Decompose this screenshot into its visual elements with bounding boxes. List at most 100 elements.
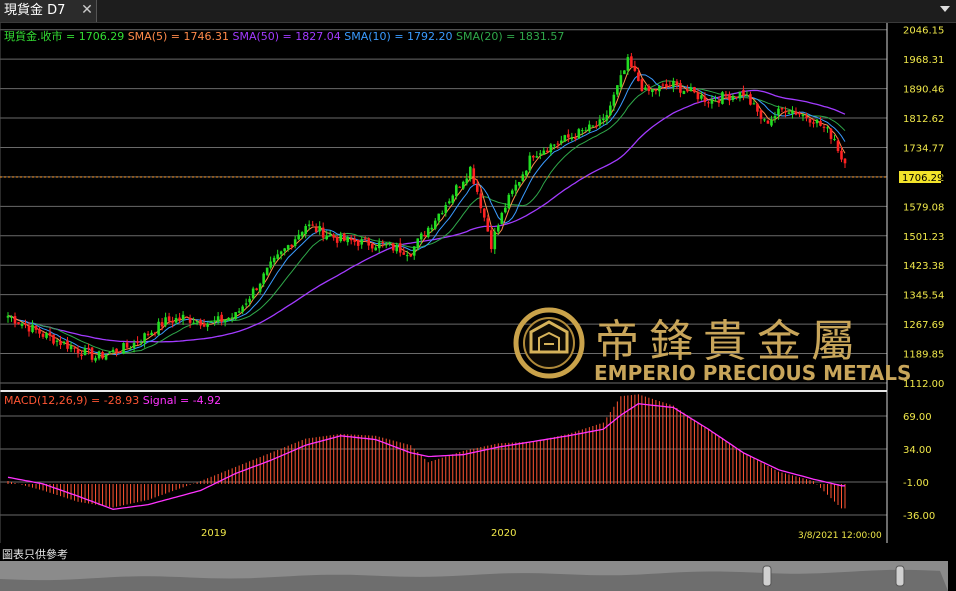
legend-item: SMA(20) = 1831.57 (453, 30, 565, 43)
candle-body (780, 107, 784, 110)
candle-body (412, 246, 416, 256)
candle-body (62, 341, 66, 344)
legend-item: MACD(12,26,9) = -28.93 (4, 394, 139, 407)
y-tick-label: 1345.54 (903, 291, 944, 302)
candle-body (209, 321, 213, 323)
candle-body (129, 348, 132, 350)
candle-body (370, 243, 374, 249)
candle-body (125, 342, 129, 348)
candle-body (742, 89, 745, 96)
candle-body (612, 94, 616, 106)
disclaimer-note: 圖表只供參考 (2, 548, 68, 561)
candle-body (661, 84, 665, 86)
candle-body (55, 340, 59, 342)
candle-body (738, 91, 742, 99)
candle-body (665, 84, 668, 87)
candle-body (181, 314, 185, 320)
y-tick-label: 69.00 (903, 412, 932, 423)
price-axis-ticks: 2046.151968.311890.461812.621734.771656.… (903, 26, 944, 390)
candle-body (73, 347, 76, 349)
y-tick-label: 1734.77 (903, 143, 944, 154)
candle-body (458, 186, 462, 188)
candle-body (570, 137, 574, 140)
candle-body (185, 316, 188, 318)
candle-body (451, 195, 455, 203)
candle-body (815, 119, 819, 124)
candle-body (801, 114, 805, 117)
candle-body (770, 119, 773, 126)
candle-body (178, 317, 181, 320)
candle-body (721, 92, 724, 104)
candle-body (440, 213, 444, 215)
candle-body (115, 348, 118, 353)
candle-body (321, 227, 325, 238)
candle-body (714, 100, 717, 102)
candle-body (598, 119, 602, 126)
candle-body (237, 311, 241, 313)
candle-body (668, 85, 672, 87)
candle-body (619, 75, 623, 87)
candle-body (38, 328, 41, 334)
candle-body (812, 122, 815, 124)
candle-body (433, 220, 437, 229)
candle-body (220, 314, 223, 322)
candle-body (454, 185, 458, 197)
candle-body (111, 349, 115, 352)
candle-body (707, 102, 710, 104)
scrollbar-left-handle[interactable] (762, 565, 772, 587)
candle-body (45, 333, 48, 338)
candle-body (136, 341, 139, 343)
candle-body (644, 87, 647, 90)
macd-axis-ticks: 69.00 34.00 -1.00 -36.00 (903, 412, 935, 522)
candle-body (41, 333, 45, 337)
candle-body (59, 341, 62, 345)
legend-item: SMA(10) = 1792.20 (341, 30, 453, 43)
candle-body (293, 239, 297, 246)
candle-body (808, 118, 812, 123)
candle-body (696, 92, 700, 100)
candle-body (763, 119, 766, 121)
candle-body (752, 103, 756, 105)
candle-body (311, 224, 314, 226)
candle-body (304, 226, 307, 234)
time-scrollbar[interactable] (0, 561, 948, 591)
y-tick-label: 2046.15 (903, 26, 944, 37)
candle-body (325, 235, 328, 240)
candle-body (146, 333, 150, 336)
candle-body (447, 201, 451, 204)
candle-body (500, 212, 504, 224)
candle-body (647, 85, 651, 92)
y-tick-label: 1189.85 (903, 350, 944, 361)
candle-body (97, 351, 101, 359)
candle-body (630, 56, 633, 67)
chart-area[interactable]: 2046.151968.311890.461812.621734.771656.… (0, 0, 956, 591)
candle-body (574, 137, 577, 139)
candle-body (381, 241, 385, 244)
candle-body (829, 128, 833, 139)
candle-body (479, 193, 483, 209)
candle-body (461, 181, 465, 189)
candle-body (826, 127, 829, 129)
candle-body (52, 334, 55, 344)
candle-body (164, 317, 167, 326)
candle-body (759, 110, 763, 119)
candle-body (24, 323, 27, 326)
candle-body (773, 116, 777, 119)
candle-body (556, 143, 560, 145)
candle-body (405, 255, 409, 257)
candle-body (675, 81, 679, 85)
candle-body (402, 252, 406, 255)
candle-body (444, 205, 448, 214)
candle-body (10, 316, 13, 318)
candle-body (230, 317, 234, 319)
candle-body (787, 112, 791, 114)
candle-body (132, 342, 136, 348)
candle-body (318, 226, 321, 232)
candle-body (384, 244, 388, 246)
candle-body (602, 118, 605, 121)
candle-body (672, 80, 675, 87)
scrollbar-right-handle[interactable] (895, 565, 905, 587)
candle-body (724, 94, 728, 97)
candle-body (349, 238, 353, 241)
candle-body (654, 89, 658, 91)
